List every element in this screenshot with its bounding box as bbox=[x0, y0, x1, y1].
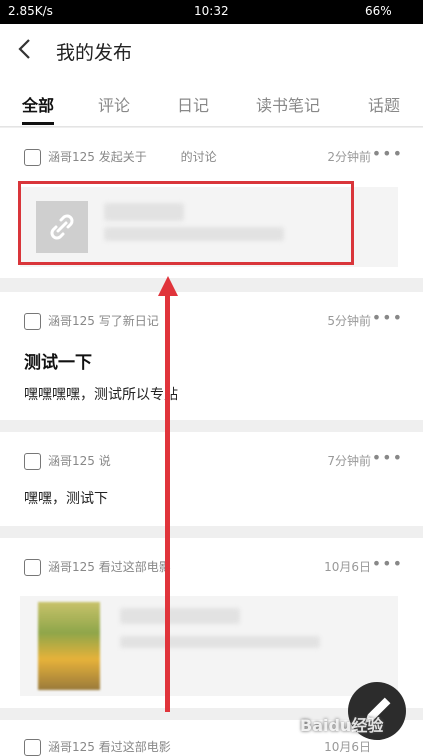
post-meta: 涵哥125 发起关于 的讨论 bbox=[24, 148, 217, 166]
post-meta: 涵哥125 写了新日记 bbox=[24, 312, 159, 330]
avatar[interactable] bbox=[24, 313, 41, 330]
annotation-arrow-line bbox=[165, 290, 170, 712]
post-meta: 涵哥125 看过这部电影 bbox=[24, 738, 171, 756]
tab-reading-notes[interactable]: 读书笔记 bbox=[256, 92, 320, 116]
post-author[interactable]: 涵哥125 bbox=[48, 560, 95, 574]
tab-underline bbox=[22, 122, 54, 125]
post-time: 5分钟前 bbox=[327, 314, 371, 328]
post-meta: 涵哥125 说 bbox=[24, 452, 111, 470]
more-button[interactable]: ••• bbox=[372, 554, 403, 573]
blurred-movie-title bbox=[120, 608, 240, 624]
post-author[interactable]: 涵哥125 bbox=[48, 150, 95, 164]
post-time: 2分钟前 bbox=[327, 150, 371, 164]
post-action: 写了新日记 bbox=[98, 314, 159, 328]
post-author[interactable]: 涵哥125 bbox=[48, 740, 95, 754]
more-button[interactable]: ••• bbox=[372, 144, 403, 163]
post-action: 发起关于 bbox=[98, 150, 147, 164]
post-time: 7分钟前 bbox=[327, 454, 371, 468]
post-author[interactable]: 涵哥125 bbox=[48, 314, 95, 328]
avatar[interactable] bbox=[24, 453, 41, 470]
tab-comments[interactable]: 评论 bbox=[98, 92, 130, 116]
post-action-suffix: 的讨论 bbox=[180, 150, 217, 164]
highlight-box bbox=[18, 181, 354, 265]
status-bar: 2.85K/s 10:32 66% bbox=[0, 0, 423, 24]
tab-topics[interactable]: 话题 bbox=[368, 92, 400, 116]
tab-all[interactable]: 全部 bbox=[22, 92, 54, 116]
post-card[interactable]: 涵哥125 说 7分钟前 ••• 嘿嘿，测试下 bbox=[0, 432, 423, 526]
post-action: 看过这部电影 bbox=[98, 560, 171, 574]
avatar[interactable] bbox=[24, 559, 41, 576]
more-button[interactable]: ••• bbox=[372, 448, 403, 467]
page-title: 我的发布 bbox=[56, 42, 133, 64]
post-time: 10月6日 bbox=[324, 560, 371, 574]
app-header: 我的发布 bbox=[0, 24, 423, 76]
post-title: 测试一下 bbox=[24, 353, 92, 373]
status-speed: 2.85K/s bbox=[8, 4, 53, 18]
tab-diary[interactable]: 日记 bbox=[177, 92, 209, 116]
post-body: 嘿嘿嘿嘿，测试所以专贴 bbox=[24, 387, 178, 403]
post-card[interactable]: 涵哥125 写了新日记 5分钟前 ••• 测试一下 嘿嘿嘿嘿，测试所以专贴 bbox=[0, 292, 423, 420]
status-time: 10:32 bbox=[194, 4, 229, 18]
post-meta: 涵哥125 看过这部电影 bbox=[24, 558, 171, 576]
post-body: 嘿嘿，测试下 bbox=[24, 491, 108, 507]
avatar[interactable] bbox=[24, 739, 41, 756]
post-action: 说 bbox=[98, 454, 111, 468]
watermark: Baidu经验 bbox=[300, 716, 384, 735]
tab-bar: 全部 评论 日记 读书笔记 话题 bbox=[0, 76, 423, 127]
post-time: 10月6日 bbox=[324, 740, 371, 754]
movie-preview[interactable] bbox=[20, 596, 398, 696]
more-button[interactable]: ••• bbox=[372, 308, 403, 327]
blurred-movie-info bbox=[120, 636, 320, 648]
post-author[interactable]: 涵哥125 bbox=[48, 454, 95, 468]
avatar[interactable] bbox=[24, 149, 41, 166]
post-action: 看过这部电影 bbox=[98, 740, 171, 754]
annotation-arrow-head bbox=[158, 276, 178, 296]
chevron-left-icon[interactable] bbox=[16, 38, 34, 60]
status-battery: 66% bbox=[365, 4, 392, 18]
movie-poster bbox=[38, 602, 100, 690]
